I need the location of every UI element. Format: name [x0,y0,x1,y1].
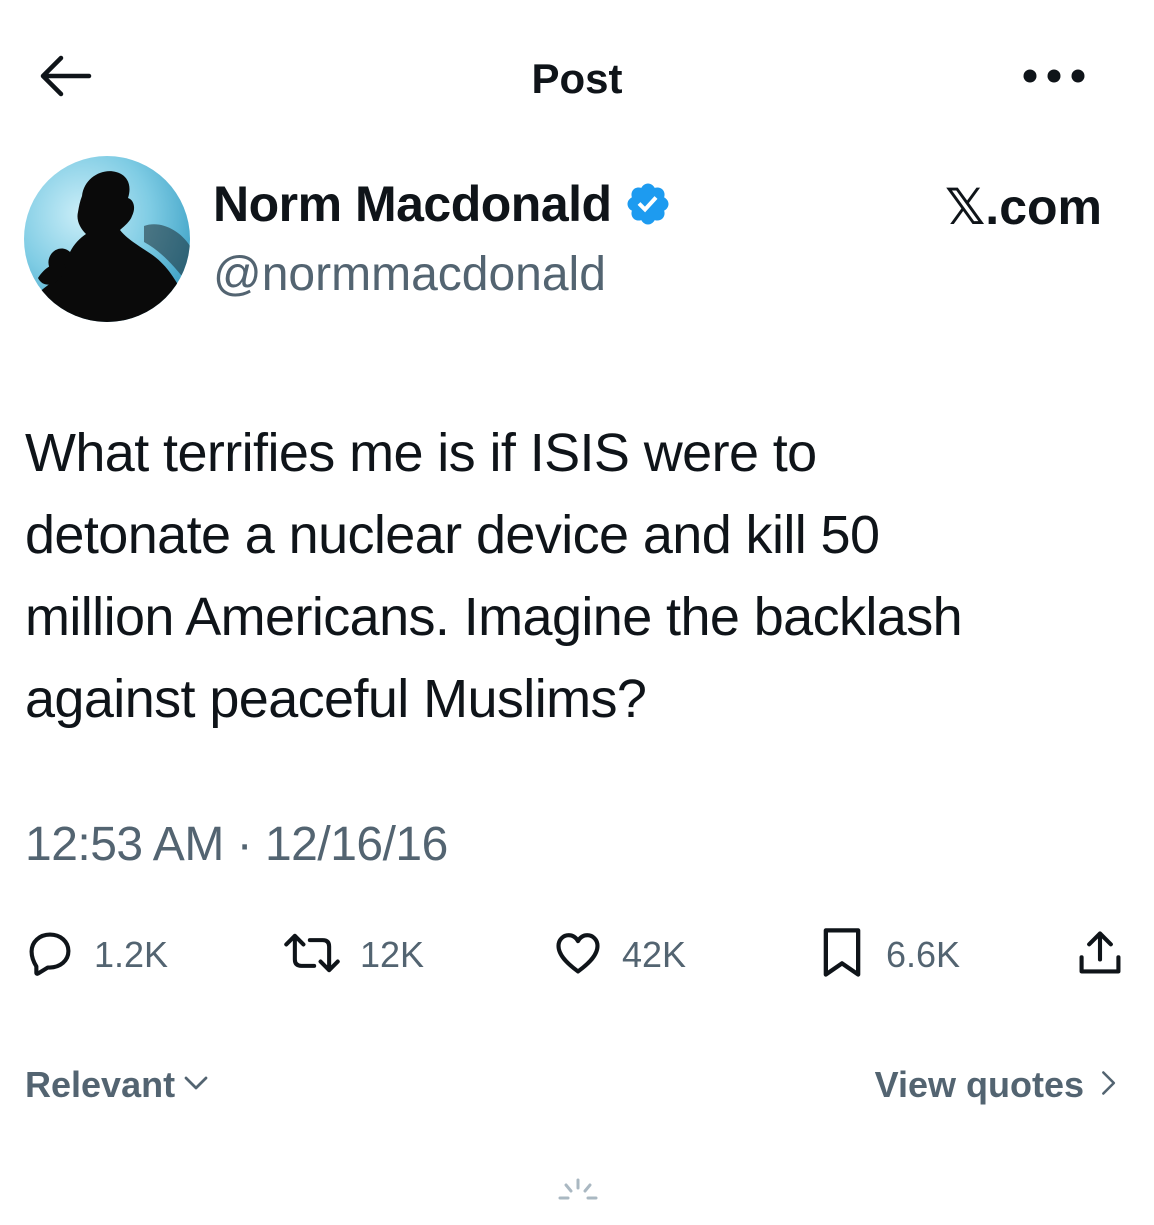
repost-icon [282,927,342,984]
more-horizontal-icon [1014,66,1094,91]
view-quotes-label: View quotes [874,1064,1084,1105]
repost-count: 12K [360,934,425,975]
reply-count: 1.2K [94,934,169,975]
sort-replies-button[interactable]: Relevant [25,1058,211,1112]
verified-badge-icon[interactable] [624,180,672,228]
chevron-down-icon [181,1068,211,1103]
repost-button[interactable]: 12K [282,920,424,990]
bookmark-button[interactable]: 6.6K [816,920,960,990]
share-icon [1074,927,1126,984]
more-options-button[interactable] [1004,52,1104,104]
bookmark-icon [816,925,868,986]
action-bar: 1.2K 12K 42K 6.6K [0,920,1154,990]
reply-button[interactable]: 1.2K [24,920,168,990]
top-bar: Post [0,0,1154,150]
chevron-right-icon [1094,1068,1122,1103]
replies-footer: Relevant View quotes [0,1058,1154,1112]
brand-watermark: 𝕏.com [945,179,1102,235]
author-handle[interactable]: @normmacdonald [213,246,606,304]
display-name[interactable]: Norm Macdonald [213,173,612,235]
arrow-left-icon [37,54,93,103]
avatar[interactable] [24,156,190,322]
share-button[interactable] [1074,920,1126,990]
page-title: Post [531,55,623,102]
bookmark-count: 6.6K [886,934,961,975]
like-count: 42K [622,934,687,975]
like-icon [552,927,604,984]
post-timestamp[interactable]: 12:53 AM · 12/16/16 [25,816,448,874]
like-button[interactable]: 42K [552,920,686,990]
author-name-row: Norm Macdonald [213,173,672,235]
sort-label: Relevant [25,1064,176,1105]
loading-spinner-icon [556,1176,600,1220]
back-button[interactable] [34,50,96,106]
view-quotes-link[interactable]: View quotes [875,1058,1122,1112]
post-text: What terrifies me is if ISIS were to det… [25,423,963,729]
reply-icon [24,927,76,984]
